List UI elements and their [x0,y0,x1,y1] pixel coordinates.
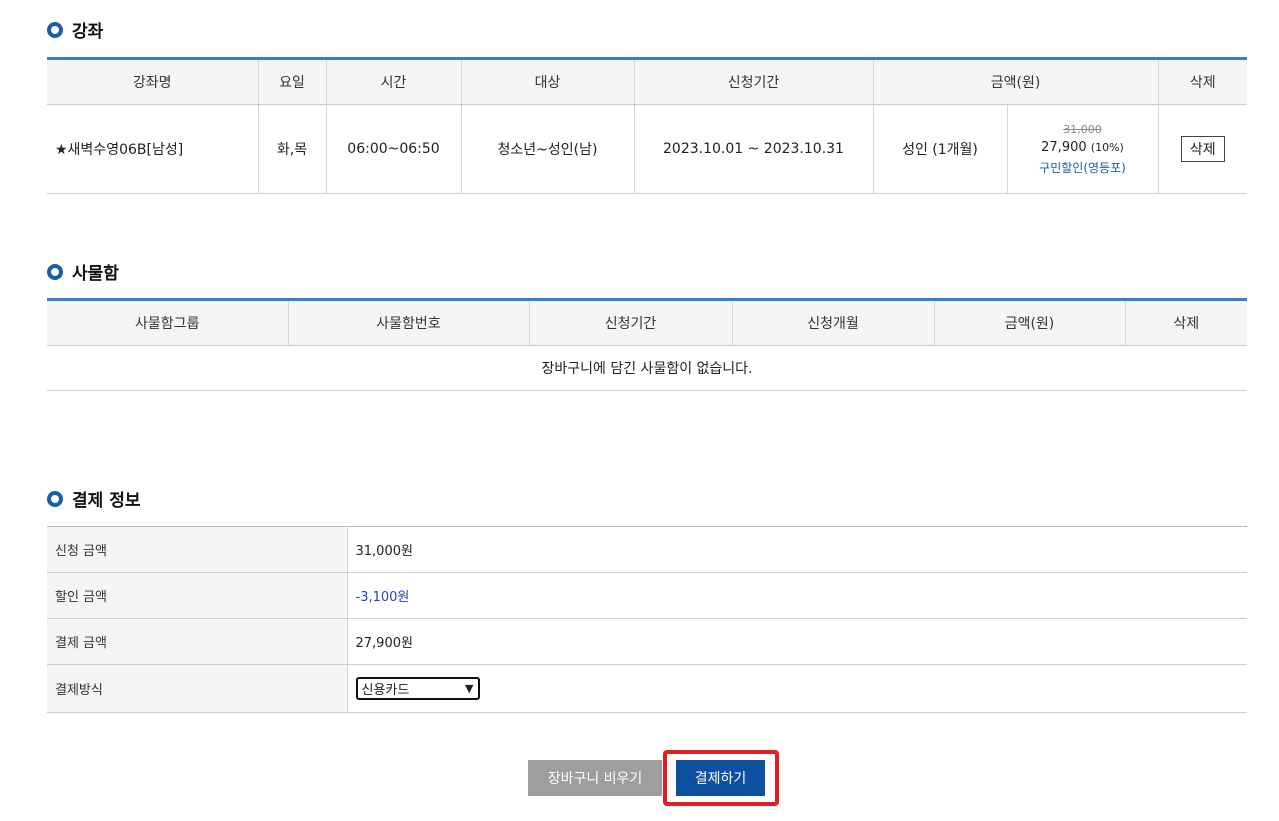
chevron-down-icon: ▼ [465,682,474,695]
course-target: 청소년~성인(남) [461,104,635,194]
clear-cart-button[interactable]: 장바구니 비우기 [528,760,662,796]
circle-bullet-icon [47,490,63,507]
course-table-header: 강좌명 요일 시간 대상 신청기간 금액(원) 삭제 [47,58,1248,105]
payment-section-title: 결제 정보 [47,486,140,511]
table-row: 결제 금액 27,900원 [47,618,1247,665]
course-price-cell: 31,000 27,900 (10%) 구민할인(영등포) [1007,104,1159,194]
locker-section-title: 사물함 [47,259,119,284]
header-course-name: 강좌명 [47,58,259,105]
header-locker-period: 신청기간 [529,299,733,346]
requested-amount-value: 31,000원 [347,526,1247,573]
discount-name: 구민할인(영등포) [1039,160,1126,175]
header-time: 시간 [326,58,462,105]
pay-button[interactable]: 결제하기 [676,760,765,796]
payment-amount-value: 27,900원 [347,618,1247,665]
price-discount-rate: (10%) [1090,140,1124,154]
locker-section-title-text: 사물함 [72,264,119,284]
table-row: 신청 금액 31,000원 [47,526,1247,573]
discount-amount-label: 할인 금액 [47,572,348,619]
delete-course-button[interactable]: 삭제 [1180,136,1225,162]
course-section-title-text: 강좌 [72,22,104,42]
header-locker-number: 사물함번호 [288,299,530,346]
payment-section-title-text: 결제 정보 [72,491,141,511]
course-fee-type: 성인 (1개월) [873,104,1008,194]
payment-table: 신청 금액 31,000원 할인 금액 -3,100원 결제 금액 27,900… [47,526,1247,713]
discount-amount-value: -3,100원 [347,572,1247,619]
requested-amount-label: 신청 금액 [47,526,348,573]
course-table: 강좌명 요일 시간 대상 신청기간 금액(원) 삭제 ★새벽수영06B[남성] … [47,57,1248,194]
course-period: 2023.10.01 ~ 2023.10.31 [634,104,874,194]
locker-empty-message: 장바구니에 담긴 사물함이 없습니다. [47,345,1247,391]
locker-table: 사물함그룹 사물함번호 신청기간 신청개월 금액(원) 삭제 장바구니에 담긴 … [47,298,1247,391]
table-row: ★새벽수영06B[남성] 화,목 06:00~06:50 청소년~성인(남) 2… [47,104,1248,194]
circle-bullet-icon [47,21,63,38]
table-row: 결제방식 신용카드 ▼ [47,664,1247,713]
header-locker-delete: 삭제 [1125,299,1247,346]
circle-bullet-icon [47,263,63,280]
locker-table-header: 사물함그룹 사물함번호 신청기간 신청개월 금액(원) 삭제 [47,299,1247,346]
header-locker-group: 사물함그룹 [47,299,289,346]
payment-method-label: 결제방식 [47,664,348,713]
payment-method-value: 신용카드 [361,683,410,698]
header-delete: 삭제 [1158,58,1248,105]
header-target: 대상 [461,58,635,105]
course-section-title: 강좌 [47,17,103,42]
header-locker-amount: 금액(원) [934,299,1126,346]
payment-method-select[interactable]: 신용카드 ▼ [355,677,480,700]
header-locker-months: 신청개월 [732,299,935,346]
table-row: 할인 금액 -3,100원 [47,572,1247,619]
payment-method-cell: 신용카드 ▼ [347,664,1247,713]
price-original: 31,000 [1063,122,1102,136]
header-amount: 금액(원) [873,58,1159,105]
table-row: 장바구니에 담긴 사물함이 없습니다. [47,345,1247,391]
course-name: ★새벽수영06B[남성] [47,104,259,194]
price-final-line: 27,900 (10%) [1008,140,1158,155]
payment-amount-label: 결제 금액 [47,618,348,665]
price-final: 27,900 [1041,139,1087,155]
course-delete-cell: 삭제 [1158,104,1248,194]
header-days: 요일 [258,58,327,105]
course-time: 06:00~06:50 [326,104,462,194]
header-period: 신청기간 [634,58,874,105]
course-days: 화,목 [258,104,327,194]
